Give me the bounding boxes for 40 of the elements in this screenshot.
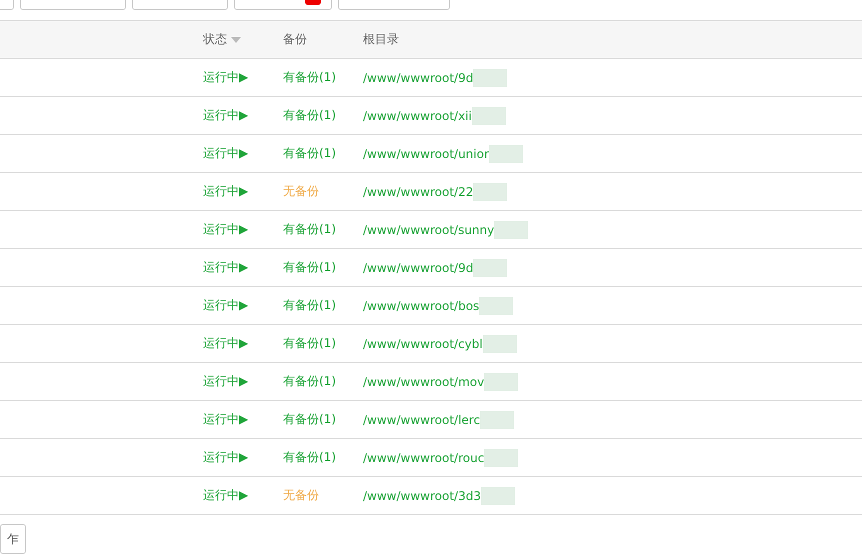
path-link[interactable]: /www/wwwroot/bos [363, 298, 480, 312]
backup-link[interactable]: 有备份(1) [283, 259, 336, 276]
backup-link[interactable]: 有备份(1) [283, 411, 336, 428]
status-link[interactable]: 运行中▶ [203, 449, 248, 466]
path-link[interactable]: /www/wwwroot/mov [363, 374, 484, 388]
status-link[interactable]: 运行中▶ [203, 411, 248, 428]
status-link[interactable]: 运行中▶ [203, 487, 248, 504]
status-link[interactable]: 运行中▶ [203, 335, 248, 352]
column-header[interactable]: 根目录 [363, 31, 399, 48]
status-link[interactable]: 运行中▶ [203, 69, 248, 86]
backup-link[interactable]: 有备份(1) [283, 297, 336, 314]
backup-link[interactable]: 有备份(1) [283, 373, 336, 390]
backup-link[interactable]: 有备份(1) [283, 107, 336, 124]
status-link[interactable]: 运行中▶ [203, 373, 248, 390]
status-link[interactable]: 运行中▶ [203, 183, 248, 200]
backup-link[interactable]: 有备份(1) [283, 221, 336, 238]
action-button[interactable]: 乍 [0, 524, 26, 554]
path-link[interactable]: /www/wwwroot/3d3 [363, 488, 481, 502]
path-link[interactable]: /www/wwwroot/xii [363, 108, 472, 122]
column-header[interactable]: 状态 [203, 31, 227, 48]
path-link[interactable]: /www/wwwroot/rouc [363, 450, 484, 464]
path-link[interactable]: /www/wwwroot/9d [363, 260, 474, 274]
path-link[interactable]: /www/wwwroot/sunny [363, 222, 494, 236]
backup-link[interactable]: 无备份 [283, 487, 319, 504]
backup-link[interactable]: 有备份(1) [283, 449, 336, 466]
status-link[interactable]: 运行中▶ [203, 259, 248, 276]
backup-link[interactable]: 无备份 [283, 183, 319, 200]
path-link[interactable]: /www/wwwroot/unior [363, 146, 489, 160]
path-link[interactable]: /www/wwwroot/22 [363, 184, 474, 198]
path-link[interactable]: /www/wwwroot/cybl [363, 336, 483, 350]
status-link[interactable]: 运行中▶ [203, 221, 248, 238]
backup-link[interactable]: 有备份(1) [283, 335, 336, 352]
column-header[interactable]: 备份 [283, 31, 307, 48]
backup-link[interactable]: 有备份(1) [283, 69, 336, 86]
path-link[interactable]: /www/wwwroot/lerc [363, 412, 480, 426]
status-link[interactable]: 运行中▶ [203, 145, 248, 162]
status-link[interactable]: 运行中▶ [203, 297, 248, 314]
backup-link[interactable]: 有备份(1) [283, 145, 336, 162]
path-link[interactable]: /www/wwwroot/9d [363, 70, 474, 84]
status-link[interactable]: 运行中▶ [203, 107, 248, 124]
